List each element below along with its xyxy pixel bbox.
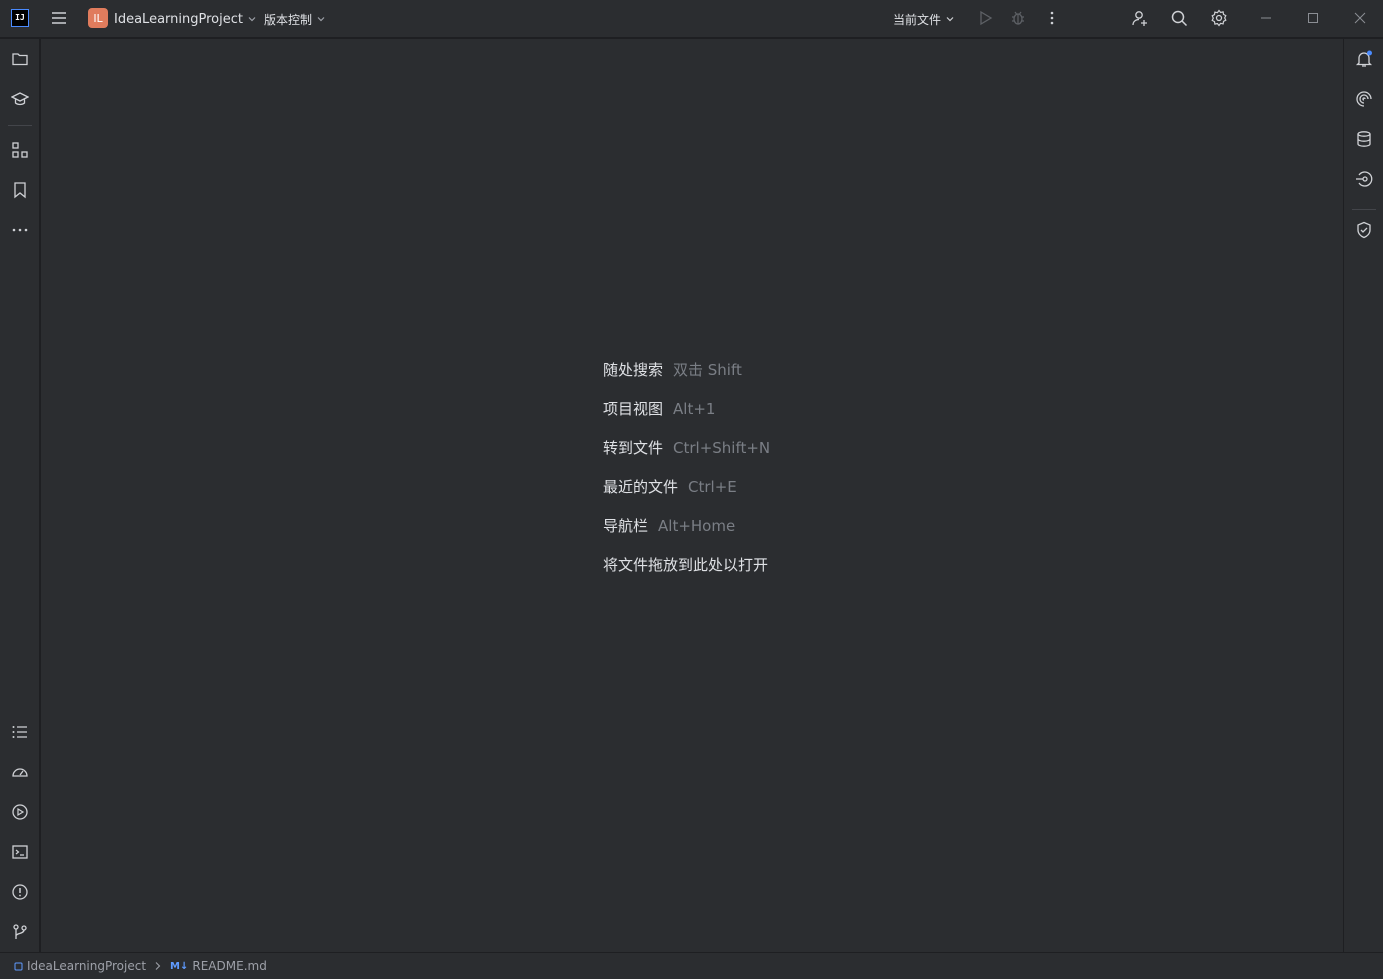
hint-project-view: 项目视图 Alt+1	[603, 399, 716, 419]
main-menu-icon[interactable]	[49, 8, 69, 28]
services-icon[interactable]	[10, 802, 30, 822]
git-icon[interactable]	[10, 922, 30, 942]
empty-editor-hints: 随处搜索 双击 Shift 项目视图 Alt+1 转到文件 Ctrl+Shift+N …	[603, 350, 770, 584]
breadcrumb-project[interactable]: IdeaLearningProject	[14, 959, 146, 973]
chevron-right-icon	[155, 962, 161, 970]
search-icon[interactable]	[1169, 8, 1189, 28]
breadcrumb-project-label: IdeaLearningProject	[27, 959, 147, 973]
database-icon[interactable]	[1354, 129, 1374, 149]
debug-icon[interactable]	[1008, 8, 1028, 28]
app-logo[interactable]: IJ	[11, 9, 29, 27]
endpoints-icon[interactable]	[1354, 169, 1374, 189]
module-icon	[14, 962, 23, 970]
breadcrumb-file[interactable]: M↓ README.md	[170, 959, 267, 973]
vcs-label: 版本控制	[264, 12, 313, 27]
markdown-icon: M↓	[170, 960, 189, 972]
more-icon[interactable]	[10, 220, 30, 240]
run-icon[interactable]	[975, 8, 995, 28]
project-badge[interactable]: IL	[88, 8, 108, 28]
hint-recent-files: 最近的文件 Ctrl+E	[603, 477, 737, 497]
chevron-down-icon	[317, 17, 325, 22]
title-bar: IJ IL IdeaLearningProject 版本控制 当前文件	[0, 0, 1383, 38]
ai-assistant-icon[interactable]	[1354, 89, 1374, 109]
problems-icon[interactable]	[10, 882, 30, 902]
code-with-me-icon[interactable]	[1130, 8, 1150, 28]
todo-icon[interactable]	[10, 722, 30, 742]
gear-icon[interactable]	[1209, 8, 1229, 28]
chevron-down-icon	[946, 17, 954, 22]
divider	[1352, 209, 1376, 210]
run-config-label: 当前文件	[893, 12, 942, 27]
learn-icon[interactable]	[10, 89, 30, 109]
breadcrumb-file-label: README.md	[192, 959, 267, 973]
run-config-selector[interactable]: 当前文件	[893, 0, 955, 38]
status-bar: IdeaLearningProject M↓ README.md	[0, 952, 1383, 979]
security-icon[interactable]	[1354, 220, 1374, 240]
project-selector[interactable]: IdeaLearningProject	[114, 0, 257, 38]
terminal-icon[interactable]	[10, 842, 30, 862]
more-actions-icon[interactable]	[1042, 8, 1062, 28]
hint-navigation-bar: 导航栏 Alt+Home	[603, 516, 736, 536]
right-tool-bar	[1343, 39, 1383, 952]
hint-search-everywhere: 随处搜索 双击 Shift	[603, 361, 742, 379]
maximize-icon[interactable]	[1303, 8, 1323, 28]
close-icon[interactable]	[1350, 8, 1370, 28]
minimize-icon[interactable]	[1256, 8, 1276, 28]
hint-drop-files: 将文件拖放到此处以打开	[603, 556, 769, 574]
chevron-down-icon	[248, 17, 256, 22]
bookmark-icon[interactable]	[10, 180, 30, 200]
profiler-icon[interactable]	[10, 762, 30, 782]
divider	[8, 125, 32, 126]
notifications-icon[interactable]	[1354, 49, 1374, 69]
vcs-menu[interactable]: 版本控制	[264, 0, 326, 38]
folder-icon[interactable]	[10, 49, 30, 69]
hint-go-to-file: 转到文件 Ctrl+Shift+N	[603, 438, 771, 458]
structure-icon[interactable]	[10, 140, 30, 160]
left-tool-bar	[0, 39, 40, 952]
project-name: IdeaLearningProject	[114, 11, 243, 27]
